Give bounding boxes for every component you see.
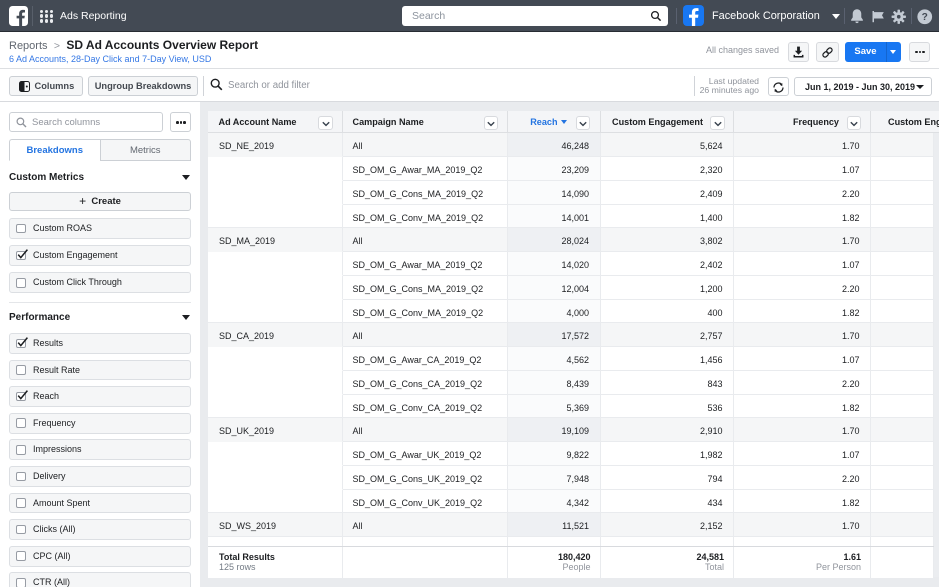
svg-text:?: ? bbox=[922, 12, 928, 23]
